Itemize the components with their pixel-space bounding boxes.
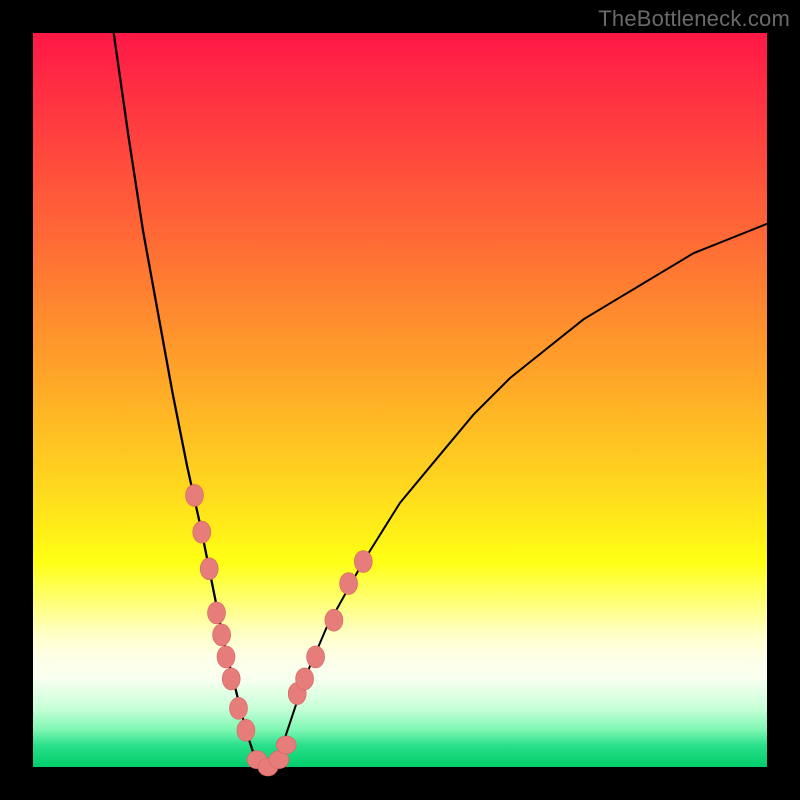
chart-plot-area — [33, 33, 767, 767]
chart-frame: TheBottleneck.com — [0, 0, 800, 800]
data-marker — [200, 558, 218, 580]
chart-svg — [33, 33, 767, 767]
data-marker — [307, 646, 325, 668]
data-marker — [325, 609, 343, 631]
data-marker — [186, 484, 204, 506]
data-marker — [237, 719, 255, 741]
data-marker — [213, 624, 231, 646]
data-marker — [222, 668, 240, 690]
data-marker — [217, 646, 235, 668]
watermark-text: TheBottleneck.com — [598, 6, 790, 32]
curve-group — [114, 33, 767, 767]
data-marker — [208, 602, 226, 624]
markers-group — [186, 484, 373, 776]
data-marker — [230, 697, 248, 719]
data-marker — [340, 573, 358, 595]
data-marker — [193, 521, 211, 543]
data-marker — [276, 736, 296, 754]
curve-left — [114, 33, 261, 767]
data-marker — [296, 668, 314, 690]
data-marker — [354, 551, 372, 573]
curve-right — [261, 224, 768, 767]
